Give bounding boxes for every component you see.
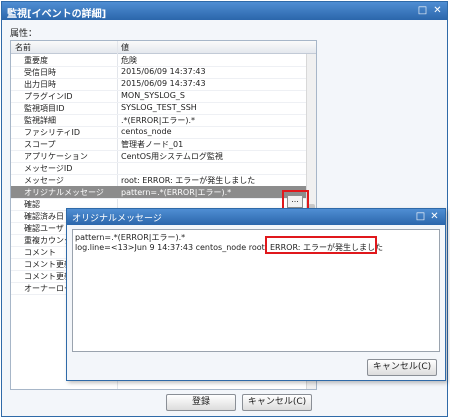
message-line: pattern=.*(ERROR|エラー).* <box>75 233 186 242</box>
row-value: 2015/06/09 14:37:43 <box>121 79 206 88</box>
row-value: CentOS用システムログ監視 <box>121 152 223 161</box>
register-button[interactable]: 登録 <box>166 394 236 411</box>
original-message-text[interactable]: pattern=.*(ERROR|エラー).* log.line=<13>Jun… <box>72 229 440 352</box>
row-name: 確認 <box>24 200 40 209</box>
row-name: 監視詳細 <box>24 116 56 125</box>
row-name: 確認済み日 <box>24 212 64 221</box>
row-value: SYSLOG_TEST_SSH <box>121 103 197 112</box>
row-name: オーナーロー <box>24 284 72 293</box>
original-message-dialog: オリジナルメッセージ □ ✕ pattern=.*(ERROR|エラー).* l… <box>66 208 446 381</box>
close-icon[interactable]: ✕ <box>429 211 440 222</box>
row-value: root: ERROR: エラーが発生しました <box>121 176 256 185</box>
row-value: 危険 <box>121 56 137 65</box>
column-header-name[interactable]: 名前 <box>15 42 31 53</box>
row-value: 管理者ノード_01 <box>121 140 184 149</box>
row-name: コメント更新 <box>24 260 72 269</box>
maximize-icon[interactable]: □ <box>417 5 428 16</box>
row-name: オリジナルメッセージ <box>24 188 104 197</box>
dialog-title-bar[interactable]: オリジナルメッセージ □ ✕ <box>67 209 445 225</box>
dialog-title: 監視[イベントの詳細] <box>7 9 107 20</box>
row-name: ファシリティID <box>24 128 81 137</box>
row-name: コメント更新 <box>24 272 72 281</box>
row-name: 確認ユーザ <box>24 224 64 233</box>
row-name: メッセージID <box>24 164 73 173</box>
row-value: pattern=.*(ERROR|エラー).* <box>121 188 232 197</box>
table-header: 名前 値 <box>11 41 316 54</box>
dialog-title: オリジナルメッセージ <box>72 214 162 224</box>
close-icon[interactable]: ✕ <box>432 5 443 16</box>
attributes-label: 属性： <box>10 29 38 39</box>
row-value: 2015/06/09 14:37:43 <box>121 67 206 76</box>
row-name: 重複カウンタ <box>24 236 72 245</box>
row-name: スコープ <box>24 140 56 149</box>
maximize-icon[interactable]: □ <box>415 211 426 222</box>
row-value: MON_SYSLOG_S <box>121 91 185 100</box>
row-name: 重要度 <box>24 56 48 65</box>
row-name: 受信日時 <box>24 68 56 77</box>
column-header-value[interactable]: 値 <box>121 42 129 53</box>
row-name: 出力日時 <box>24 80 56 89</box>
cancel-button[interactable]: キャンセル(C) <box>242 394 312 411</box>
row-name: メッセージ <box>24 176 64 185</box>
row-value: centos_node <box>121 127 172 136</box>
highlight-box-error-text <box>265 236 377 254</box>
cancel-button[interactable]: キャンセル(C) <box>367 359 437 376</box>
row-name: プラグインID <box>24 92 73 101</box>
row-value: .*(ERROR|エラー).* <box>121 116 196 125</box>
dialog-title-bar[interactable]: 監視[イベントの詳細] □ ✕ <box>2 2 447 20</box>
row-name: コメント <box>24 248 56 257</box>
row-name: アプリケーション <box>24 152 88 161</box>
row-name: 監視項目ID <box>24 104 65 113</box>
message-line: log.line=<13>Jun 9 14:37:43 centos_node … <box>75 243 384 252</box>
